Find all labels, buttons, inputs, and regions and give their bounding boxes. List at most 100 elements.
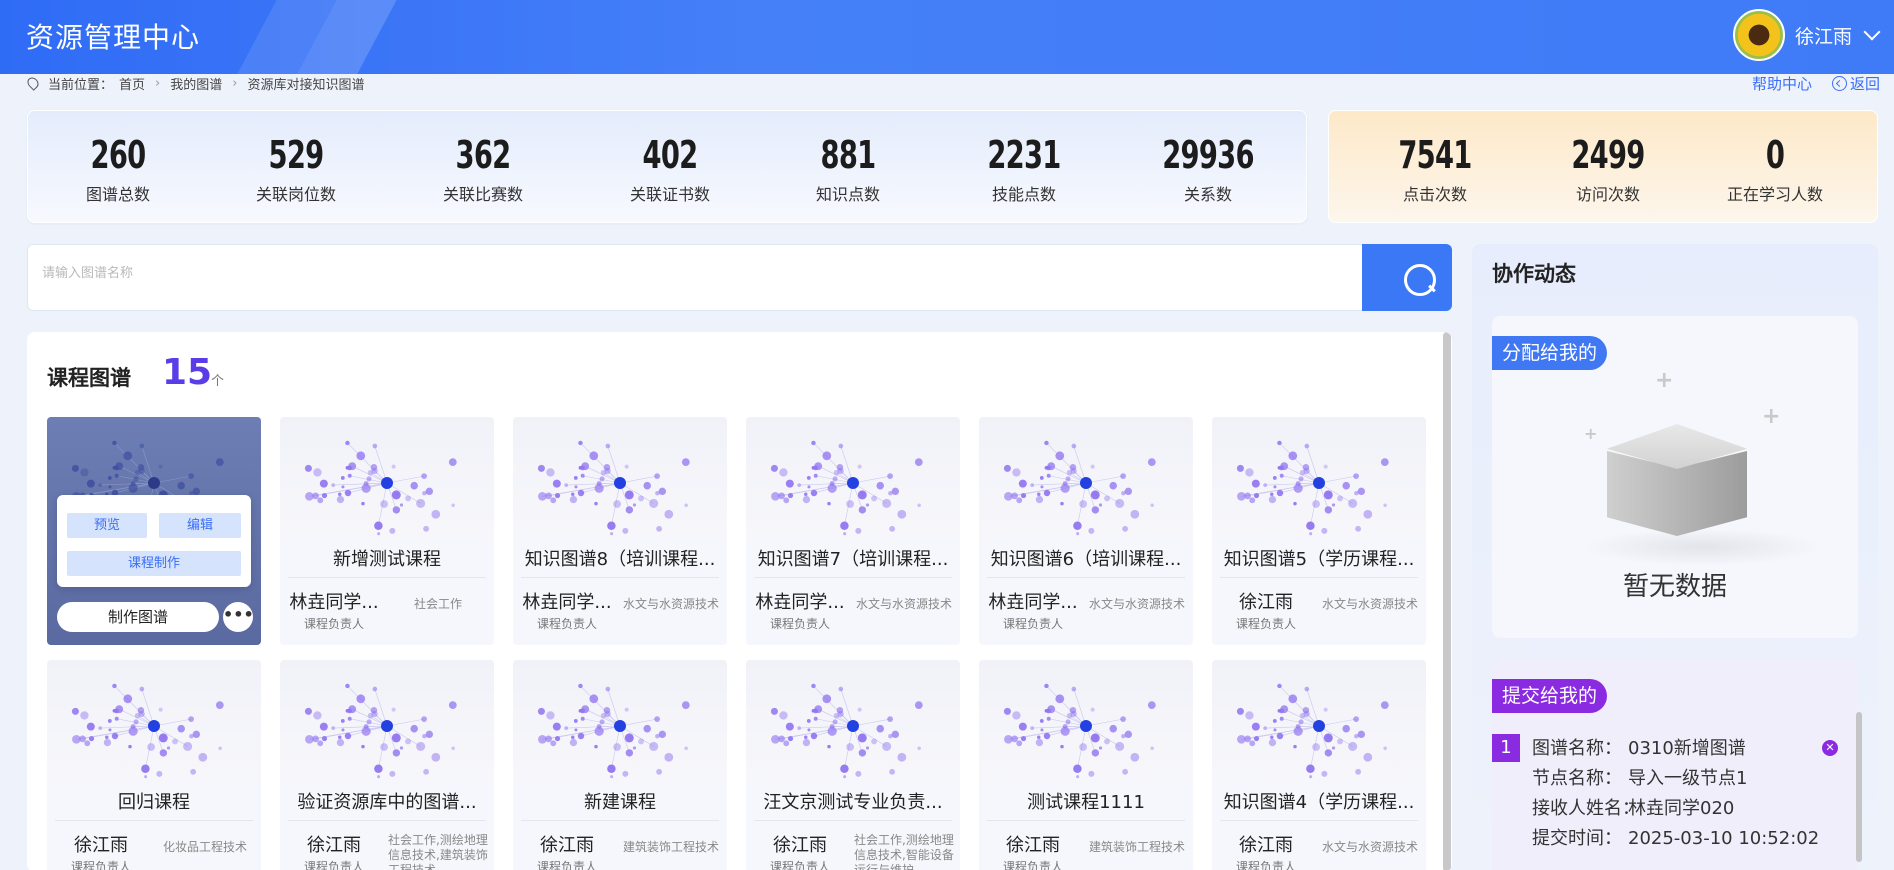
stat-label: 关联岗位数 <box>255 185 336 204</box>
graph-node <box>574 728 578 732</box>
card-major: 社会工作,测绘地理信息技术,建筑装饰工程技术 <box>388 833 488 870</box>
graph-node <box>1299 712 1306 719</box>
graph-node <box>1065 476 1071 482</box>
divider <box>754 820 952 821</box>
graph-card[interactable]: 新增测试课程 林垚同学... 课程负责人 社会工作 <box>280 417 494 645</box>
avatar[interactable] <box>1732 9 1785 61</box>
graph-node <box>374 764 383 773</box>
graph-node <box>305 734 314 744</box>
divider <box>1220 577 1418 578</box>
graph-node <box>1249 497 1256 504</box>
graph-node <box>594 726 604 736</box>
graph-node <box>370 464 378 471</box>
assigned-tag[interactable]: 分配给我的 <box>1492 336 1608 370</box>
back-link[interactable]: 返回 <box>1831 73 1880 94</box>
network-graph-icon <box>770 683 923 779</box>
graph-node <box>1321 770 1328 777</box>
graph-node <box>198 752 208 762</box>
graph-node <box>822 451 832 461</box>
stat-related-jobs: 529 关联岗位数 <box>216 131 376 205</box>
close-icon[interactable]: ✕ <box>1822 740 1838 756</box>
graph-node <box>552 479 561 488</box>
card-owner-role: 课程负责人 <box>303 860 364 870</box>
back-icon[interactable] <box>1831 76 1847 91</box>
graph-node <box>111 732 119 740</box>
graph-node <box>141 764 150 773</box>
graph-node <box>537 707 545 715</box>
card-major: 水文与水资源技术 <box>1088 597 1185 611</box>
breadcrumb-item-home[interactable]: 首页 <box>119 74 145 93</box>
graph-card[interactable]: 汪文京测试专业负责... 徐江雨 课程负责人 社会工作,测绘地理信息技术,智能设… <box>746 660 960 870</box>
breadcrumb-item-my-graphs[interactable]: 我的图谱 <box>170 74 222 93</box>
submitted-tag[interactable]: 提交给我的 <box>1492 679 1608 713</box>
graph-node <box>356 451 366 461</box>
graph-node <box>1147 701 1156 710</box>
preview-button[interactable]: 预览 <box>67 513 147 538</box>
graph-node <box>1120 716 1127 723</box>
graph-card[interactable]: 新建课程 徐江雨 课程负责人 建筑装饰工程技术 <box>513 660 727 870</box>
more-options-button[interactable]: ••• <box>223 602 254 632</box>
search-button[interactable] <box>1362 244 1452 311</box>
graph-node <box>1073 521 1082 530</box>
search-icon[interactable] <box>1404 264 1436 296</box>
graph-node <box>610 775 614 779</box>
search-input[interactable] <box>42 265 1342 280</box>
graph-node <box>115 462 124 471</box>
graph-card[interactable]: 知识图谱5（学历课程... 徐江雨 课程负责人 水文与水资源技术 <box>1212 417 1426 645</box>
collab-scrollbar[interactable] <box>1856 712 1862 862</box>
graph-node <box>1293 501 1297 506</box>
graph-node <box>88 736 95 742</box>
user-menu[interactable]: 徐江雨 <box>1732 9 1881 61</box>
graph-card[interactable]: 验证资源库中的图谱... 徐江雨 课程负责人 社会工作,测绘地理信息技术,建筑装… <box>280 660 494 870</box>
graph-node <box>123 451 133 461</box>
graph-node <box>1251 479 1260 488</box>
graph-node <box>218 746 222 751</box>
graph-node <box>581 705 590 714</box>
stat-value: 2231 <box>987 133 1061 177</box>
graph-node <box>133 719 139 725</box>
graph-node <box>177 724 185 733</box>
graph-node <box>622 770 629 777</box>
divider <box>1220 820 1418 821</box>
stat-label: 访问次数 <box>1575 185 1640 204</box>
card-owner: 徐江雨 <box>1239 835 1293 856</box>
stats-panel-graph: 260 图谱总数 529 关联岗位数 362 关联比赛数 402 关联证书数 881 知识… <box>27 110 1307 223</box>
graph-node <box>564 483 569 487</box>
graph-node <box>638 495 644 502</box>
make-graph-button[interactable]: 制作图谱 <box>57 602 219 632</box>
graph-node <box>105 735 109 740</box>
graph-node <box>133 476 139 482</box>
graph-node <box>806 476 811 480</box>
graph-node <box>1288 694 1298 704</box>
graph-node <box>655 733 660 739</box>
graph-node <box>1306 764 1315 773</box>
edit-button[interactable]: 编辑 <box>159 513 241 538</box>
graph-card[interactable]: 知识图谱6（培训课程... 林垚同学... 课程负责人 水文与水资源技术 <box>979 417 1193 645</box>
graph-node <box>1046 716 1051 721</box>
graph-card[interactable]: 知识图谱4（学历课程... 徐江雨 课程负责人 水文与水资源技术 <box>1212 660 1426 870</box>
graph-node <box>882 741 892 751</box>
graph-card[interactable]: 知识图谱7（培训课程... 林垚同学... 课程负责人 水文与水资源技术 <box>746 417 960 645</box>
help-center-link[interactable]: 帮助中心 <box>1752 73 1812 94</box>
graph-node <box>305 491 314 501</box>
chevron-down-icon[interactable] <box>1863 23 1881 41</box>
graph-node <box>1039 476 1044 480</box>
graph-node <box>654 473 661 480</box>
scrollbar[interactable] <box>1443 332 1451 870</box>
graph-node <box>603 707 611 714</box>
graph-card[interactable]: 测试课程1111 徐江雨 课程负责人 建筑装饰工程技术 <box>979 660 1193 870</box>
graph-node <box>1348 741 1358 751</box>
graph-node <box>632 746 637 750</box>
back-label[interactable]: 返回 <box>1850 75 1880 93</box>
user-name[interactable]: 徐江雨 <box>1795 22 1852 49</box>
network-graph-icon <box>1236 683 1389 779</box>
graph-node <box>1355 768 1362 775</box>
graph-node <box>158 464 163 469</box>
course-make-button[interactable]: 课程制作 <box>67 551 241 576</box>
graph-node <box>156 770 163 777</box>
graph-node <box>573 476 578 480</box>
divider <box>288 820 486 821</box>
graph-card[interactable]: 预览 编辑 课程制作 制作图谱 ••• <box>47 417 261 645</box>
graph-card[interactable]: 回归课程 徐江雨 课程负责人 化妆品工程技术 <box>47 660 261 870</box>
graph-card[interactable]: 知识图谱8（培训课程... 林垚同学... 课程负责人 水文与水资源技术 <box>513 417 727 645</box>
